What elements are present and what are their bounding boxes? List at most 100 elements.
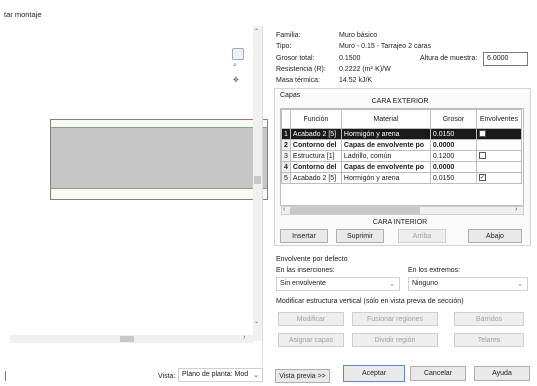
table-row[interactable]: 4 Contorno del Capas de envolvente po 0.… — [281, 161, 522, 173]
column-header-material[interactable]: Material — [340, 109, 431, 129]
chevron-down-icon: ⌄ — [389, 281, 395, 288]
view-select-value: Plano de planta: Mod — [182, 371, 249, 378]
split-region-button[interactable]: Dividir región — [352, 333, 438, 347]
row-number: 3 — [281, 150, 291, 162]
layer-material-cell[interactable]: Hormigón y arena — [340, 172, 431, 184]
table-row[interactable]: 5 Acabado 2 [5] Hormigón y arena 0.0150 … — [281, 172, 522, 184]
layer-wraps-cell — [475, 161, 522, 173]
pan-icon[interactable]: ✥ — [233, 76, 239, 84]
scroll-right-icon[interactable]: › — [243, 334, 245, 341]
resistance-label: Resistencia (R): — [276, 66, 326, 73]
view-label: Vista: — [158, 373, 176, 380]
scroll-right-icon[interactable]: › — [515, 206, 517, 213]
zoom-icon[interactable]: ⌕ — [233, 62, 237, 70]
checkbox-unchecked-icon[interactable] — [478, 152, 486, 160]
view-select[interactable]: Plano de planta: Mod ⌄ — [178, 368, 263, 382]
type-value: Muro - 0.15 - Tarrajeo 2 caras — [339, 43, 432, 50]
inserts-label: En las inserciones: — [276, 267, 335, 274]
view-cube-icon[interactable] — [232, 48, 244, 60]
table-header-row: Función Material Grosor Envolventes — [281, 109, 522, 129]
scroll-down-icon[interactable]: ⌄ — [254, 318, 259, 325]
family-value: Muro básico — [339, 32, 378, 39]
checkbox-checked-icon[interactable]: ✓ — [478, 174, 486, 182]
table-row[interactable]: 2 Contorno del Capas de envolvente po 0.… — [281, 139, 522, 151]
inserts-select-value: Sin envolvente — [280, 280, 326, 287]
layer-material-cell[interactable]: Ladrillo, común — [340, 150, 431, 162]
thickness-value: 0.1500 — [339, 55, 361, 62]
vertical-scroll-thumb[interactable] — [254, 176, 261, 184]
preview-toggle-button[interactable]: Vista previa >> — [275, 369, 330, 383]
merge-regions-button[interactable]: Fusionar regiones — [352, 312, 438, 326]
horizontal-scroll-thumb[interactable] — [120, 336, 134, 342]
layer-material-cell[interactable]: Capas de envolvente po — [340, 139, 431, 151]
thermal-mass-value: 14.52 kJ/K — [339, 77, 373, 84]
interior-side-label: CARA INTERIOR — [372, 219, 428, 226]
delete-button[interactable]: Suprimir — [336, 229, 384, 243]
layer-thickness-cell[interactable]: 0.0150 — [429, 128, 477, 140]
type-label: Tipo: — [276, 43, 292, 50]
ends-label: En los extremos: — [408, 267, 461, 274]
layers-table-container: Función Material Grosor Envolventes 1 Ac… — [280, 108, 524, 206]
column-header-envolventes[interactable]: Envolventes — [475, 109, 522, 129]
pane-divider — [262, 26, 263, 366]
reveals-button[interactable]: Telares — [454, 333, 524, 347]
layer-material-cell[interactable]: Hormigón y arena — [340, 128, 431, 140]
help-button[interactable]: Ayuda — [474, 366, 530, 381]
layer-material-cell[interactable]: Capas de envolvente po — [340, 161, 431, 173]
layer-function-cell[interactable]: Acabado 2 [5] — [289, 172, 342, 184]
restore-icon[interactable] — [5, 371, 9, 381]
modify-button[interactable]: Modificar — [278, 312, 344, 326]
table-row[interactable]: 1 Acabado 2 [5] Hormigón y arena 0.0150 … — [281, 128, 522, 140]
sample-height-label: Altura de muestra: — [420, 55, 478, 62]
column-header-grosor[interactable]: Grosor — [429, 109, 477, 129]
resistance-value: 0.2222 (m²·K)/W — [339, 66, 391, 73]
exterior-side-label: CARA EXTERIOR — [371, 98, 429, 105]
row-number: 4 — [281, 161, 291, 173]
layer-function-cell[interactable]: Contorno del — [289, 139, 342, 151]
move-up-button[interactable]: Arriba — [398, 229, 446, 243]
table-row[interactable]: 3 Estructura [1] Ladrillo, común 0.1200 — [281, 150, 522, 162]
row-number: 5 — [281, 172, 291, 184]
ok-button[interactable]: Aceptar — [343, 365, 405, 382]
ends-select[interactable]: Ninguno ⌄ — [408, 277, 528, 291]
move-down-button[interactable]: Abajo — [468, 229, 522, 243]
layer-function-cell[interactable]: Contorno del — [289, 161, 342, 173]
thickness-label: Grosor total: — [276, 55, 315, 62]
family-label: Familia: — [276, 32, 301, 39]
layer-wraps-cell[interactable] — [475, 150, 522, 162]
layer-wraps-cell[interactable]: ✓ — [475, 172, 522, 184]
layer-thickness-cell[interactable]: 0.0150 — [429, 172, 477, 184]
assign-layers-button[interactable]: Asignar capas — [278, 333, 344, 347]
scroll-up-icon[interactable]: ⌃ — [254, 28, 259, 35]
sample-height-input[interactable]: 6.0000 — [483, 52, 528, 66]
row-number: 1 — [281, 128, 291, 140]
window-title: tar montaje — [4, 10, 42, 19]
layers-table: Función Material Grosor Envolventes 1 Ac… — [281, 109, 522, 184]
inserts-select[interactable]: Sin envolvente ⌄ — [276, 277, 400, 291]
chevron-down-icon: ⌄ — [253, 372, 259, 379]
chevron-down-icon: ⌄ — [517, 281, 523, 288]
wrapping-title: Envolvente por defecto — [276, 256, 348, 263]
insert-button[interactable]: Insertar — [280, 229, 328, 243]
checkbox-checked-icon[interactable]: ✓ — [478, 130, 486, 138]
layer-wraps-cell — [475, 139, 522, 151]
scroll-left-icon[interactable]: ‹ — [283, 206, 285, 213]
thermal-mass-label: Masa térmica: — [276, 77, 320, 84]
wall-finish-exterior — [50, 119, 268, 128]
wall-structure — [50, 128, 268, 188]
layer-thickness-cell[interactable]: 0.1200 — [429, 150, 477, 162]
layer-thickness-cell[interactable]: 0.0000 — [429, 139, 477, 151]
layer-function-cell[interactable]: Estructura [1] — [289, 150, 342, 162]
layer-thickness-cell[interactable]: 0.0000 — [429, 161, 477, 173]
row-number: 2 — [281, 139, 291, 151]
layers-scroll-thumb[interactable] — [290, 207, 420, 214]
vertical-structure-title: Modificar estructura vertical (sólo en v… — [276, 298, 464, 305]
column-header-funcion[interactable]: Función — [289, 109, 342, 129]
row-num-header — [281, 109, 291, 129]
cancel-button[interactable]: Cancelar — [410, 366, 466, 381]
wall-finish-interior — [50, 188, 268, 200]
ends-select-value: Ninguno — [412, 280, 439, 287]
layer-wraps-cell[interactable]: ✓ — [475, 128, 522, 140]
sweeps-button[interactable]: Barridos — [454, 312, 524, 326]
layer-function-cell[interactable]: Acabado 2 [5] — [289, 128, 342, 140]
